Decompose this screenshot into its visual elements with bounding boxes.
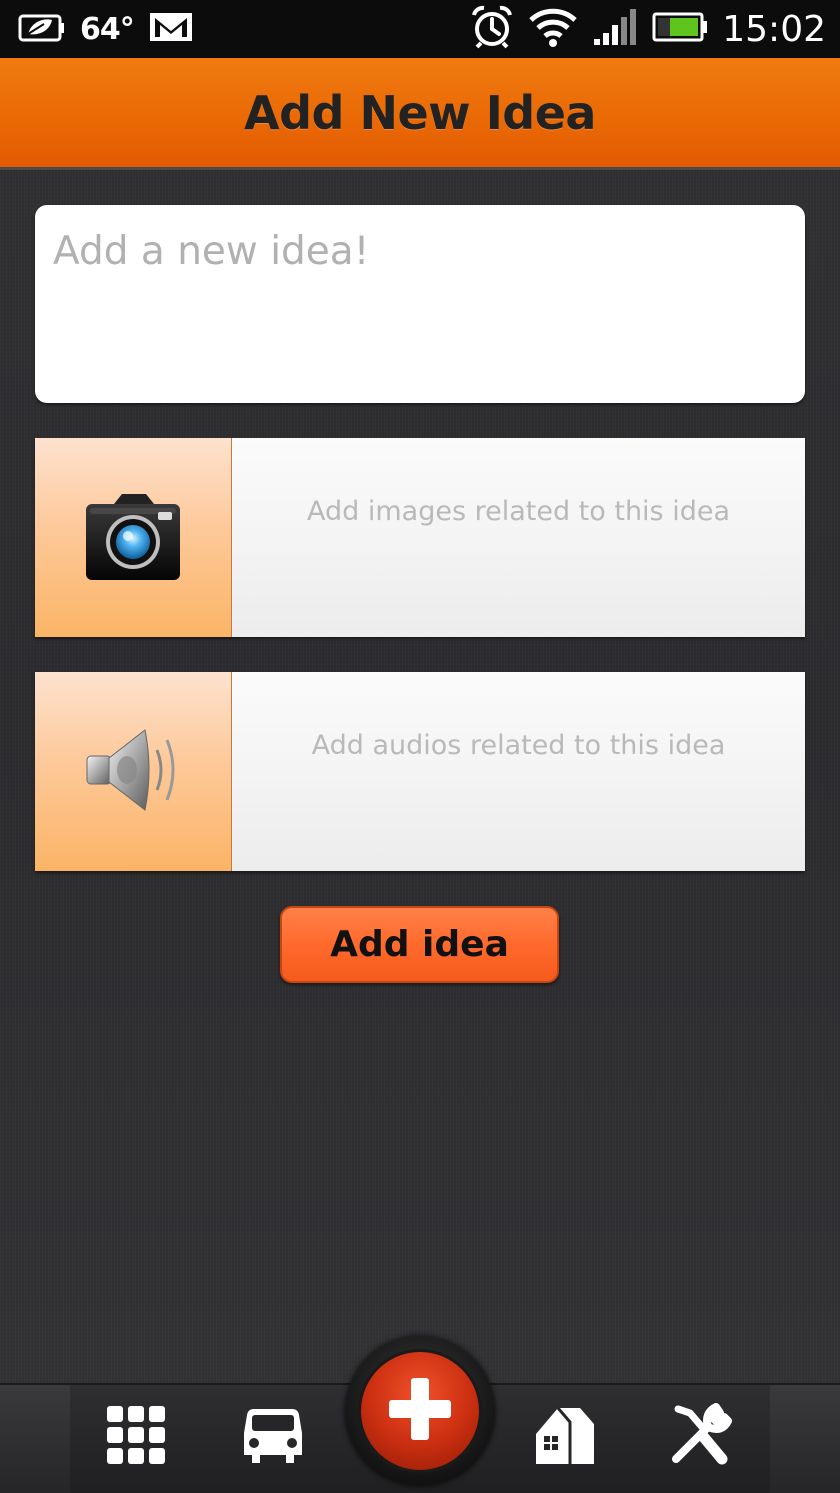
camera-icon xyxy=(84,490,182,586)
idea-input[interactable] xyxy=(35,205,805,403)
add-audios-label: Add audios related to this idea xyxy=(311,730,726,761)
add-images-label: Add images related to this idea xyxy=(306,496,731,527)
tools-icon xyxy=(668,1403,732,1471)
gmail-icon xyxy=(148,10,194,48)
status-bar: 64° 15:02 xyxy=(0,0,840,58)
add-images-icon-box[interactable] xyxy=(35,438,232,637)
wifi-icon xyxy=(528,6,578,52)
nav-add-button[interactable] xyxy=(358,1349,482,1473)
signal-icon xyxy=(592,7,638,51)
car-icon xyxy=(242,1405,304,1469)
status-right: 15:02 xyxy=(470,4,826,54)
add-images-text-box[interactable]: Add images related to this idea xyxy=(232,438,805,637)
plus-icon xyxy=(387,1376,453,1446)
add-audios-row[interactable]: Add audios related to this idea xyxy=(35,672,805,871)
eco-battery-icon xyxy=(18,10,66,48)
add-audios-icon-box[interactable] xyxy=(35,672,232,871)
grid-icon xyxy=(106,1405,166,1469)
status-left: 64° xyxy=(18,8,194,50)
speaker-icon xyxy=(83,722,183,822)
battery-icon xyxy=(652,11,708,47)
nav-home-button[interactable] xyxy=(533,1405,597,1469)
home-icon xyxy=(534,1404,596,1470)
alarm-icon xyxy=(470,5,514,53)
nav-grid-button[interactable] xyxy=(104,1405,168,1469)
add-images-row[interactable]: Add images related to this idea xyxy=(35,438,805,637)
temperature: 64° xyxy=(80,11,135,47)
nav-settings-button[interactable] xyxy=(668,1403,732,1471)
add-audios-text-box[interactable]: Add audios related to this idea xyxy=(232,672,805,871)
add-idea-button[interactable]: Add idea xyxy=(280,906,559,983)
add-idea-button-label: Add idea xyxy=(330,924,509,965)
clock: 15:02 xyxy=(722,8,826,50)
app-header: Add New Idea xyxy=(0,58,840,170)
page-title: Add New Idea xyxy=(244,85,596,140)
nav-car-button[interactable] xyxy=(241,1405,305,1469)
idea-input-container xyxy=(35,205,805,403)
